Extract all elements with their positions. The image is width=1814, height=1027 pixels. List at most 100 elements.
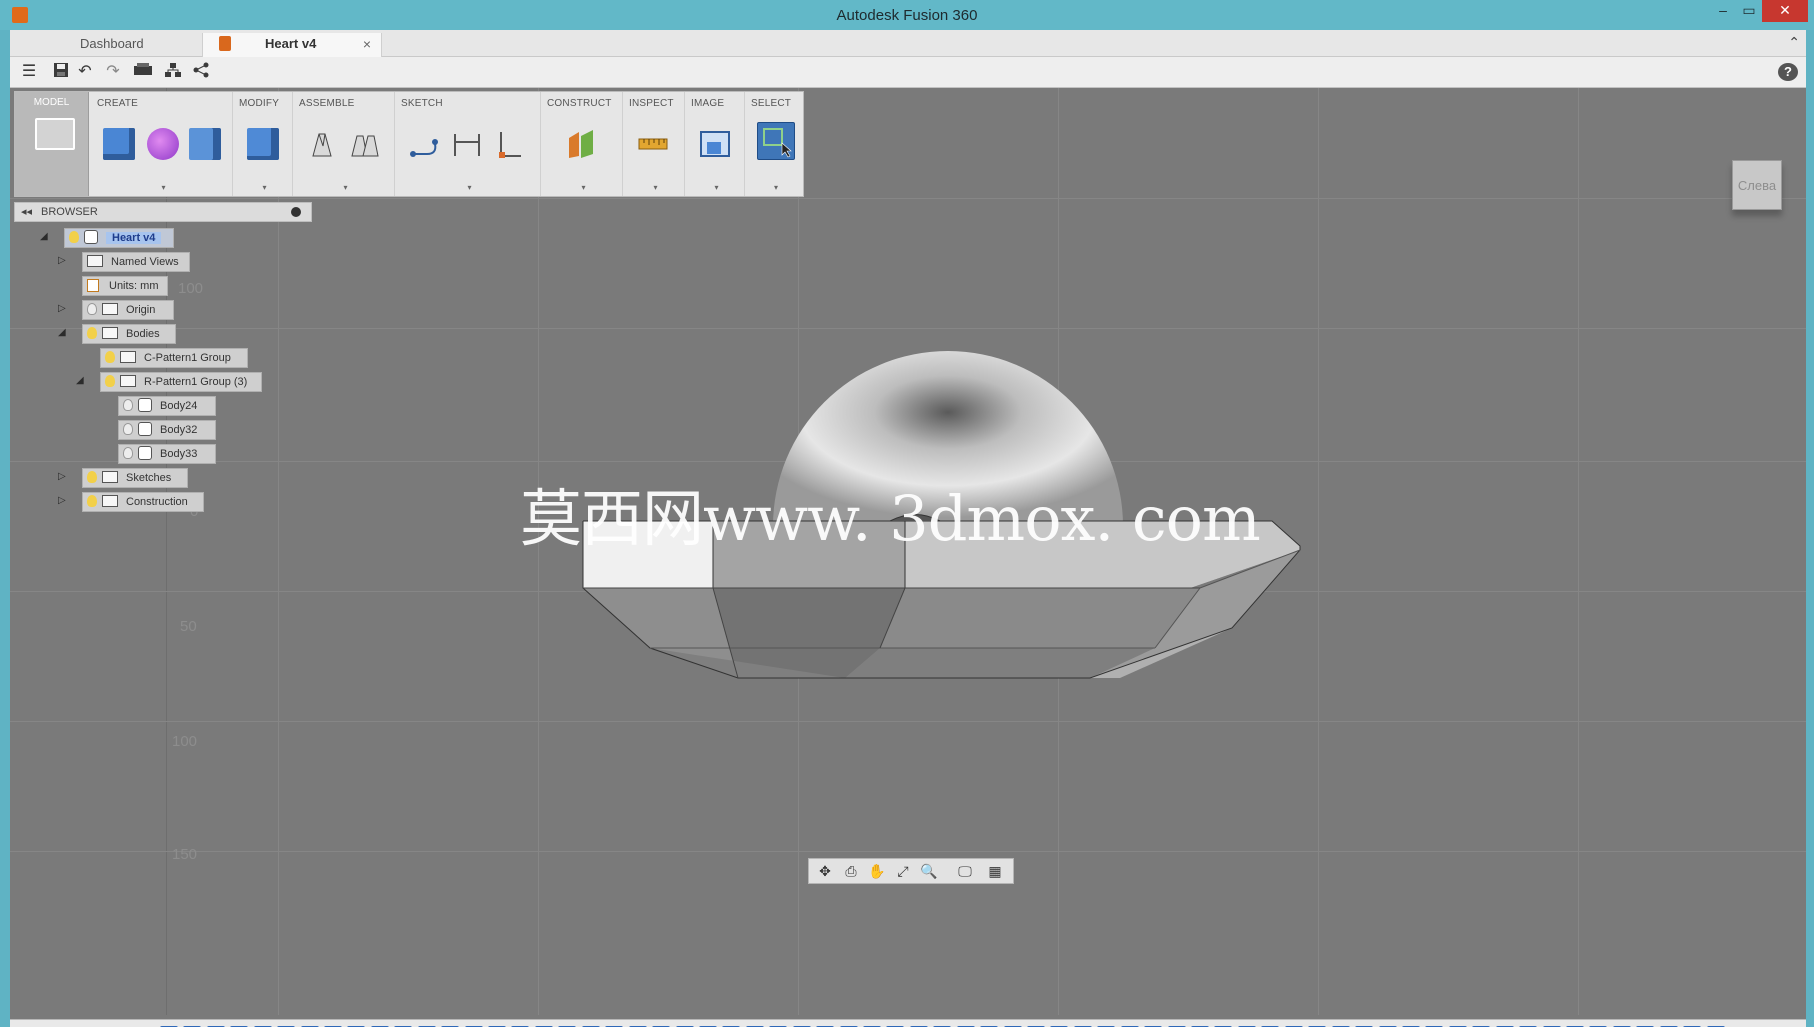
visibility-bulb-icon[interactable] <box>105 351 115 363</box>
press-pull-icon[interactable] <box>247 128 279 160</box>
sketch-dropdown-icon[interactable]: ▾ <box>468 183 472 192</box>
tree-node-sketches[interactable]: Sketches <box>82 468 188 488</box>
folder-icon <box>102 495 118 507</box>
inspect-dropdown-icon[interactable]: ▾ <box>654 183 658 192</box>
visibility-bulb-icon[interactable] <box>87 471 97 483</box>
visibility-bulb-icon[interactable] <box>87 303 97 315</box>
group-label: SKETCH <box>401 98 443 109</box>
offset-plane-icon[interactable] <box>565 128 597 160</box>
visibility-bulb-icon[interactable] <box>105 375 115 387</box>
assemble-dropdown-icon[interactable]: ▾ <box>344 183 348 192</box>
tree-node-c-pattern1-group[interactable]: C-Pattern1 Group <box>100 348 248 368</box>
maximize-button[interactable]: ▭ <box>1736 0 1762 22</box>
design-timeline: ⏮ ◀ ▶ ▶ ⏭ ⚙ <box>10 1019 1806 1027</box>
expand-toggle-icon[interactable]: ▷ <box>58 303 66 314</box>
viewcube[interactable]: Слева <box>1732 160 1782 210</box>
data-panel-menu-icon[interactable]: ☰ <box>18 62 40 82</box>
toolbar-group-inspect: INSPECT ▾ <box>623 92 685 196</box>
expand-toggle-icon[interactable]: ▷ <box>58 471 66 482</box>
grid-settings-icon[interactable]: ▦ <box>985 862 1005 880</box>
app-frame: Dashboard Heart v4 × ⌃ ☰ ↶ ↷ ? 100 50 10… <box>10 30 1806 1027</box>
measure-icon[interactable] <box>637 128 669 160</box>
toolbar-group-create: CREATE ▾ <box>91 92 233 196</box>
tree-node-units[interactable]: Units: mm <box>82 276 168 296</box>
expand-toggle-icon[interactable]: ◢ <box>58 327 66 338</box>
tree-node-bodies[interactable]: Bodies <box>82 324 176 344</box>
save-icon[interactable] <box>50 62 72 82</box>
tree-node-body32[interactable]: Body32 <box>118 420 216 440</box>
design-canvas[interactable]: 100 0 50 100 150 <box>10 88 1806 1015</box>
tree-node-body24[interactable]: Body24 <box>118 396 216 416</box>
pan-icon[interactable]: ✋ <box>867 862 887 880</box>
redo-icon[interactable]: ↷ <box>102 62 124 82</box>
close-window-button[interactable]: ✕ <box>1762 0 1808 22</box>
create-dropdown-icon[interactable]: ▾ <box>162 183 166 192</box>
extrude-icon[interactable] <box>189 128 221 160</box>
tree-node-origin[interactable]: Origin <box>82 300 174 320</box>
folder-icon <box>102 471 118 483</box>
expand-toggle-icon[interactable]: ◢ <box>76 375 84 386</box>
sphere-icon[interactable] <box>147 128 179 160</box>
quick-access-toolbar: ☰ ↶ ↷ ? <box>10 57 1806 88</box>
component-icon <box>84 230 98 244</box>
sketch-dimension-icon[interactable] <box>451 128 483 160</box>
tab-dashboard[interactable]: Dashboard <box>30 33 200 57</box>
group-label: MODIFY <box>239 98 280 109</box>
tree-node-construction[interactable]: Construction <box>82 492 204 512</box>
folder-icon <box>102 327 118 339</box>
tree-node-r-pattern1-group[interactable]: R-Pattern1 Group (3) <box>100 372 262 392</box>
body-icon <box>138 446 152 460</box>
collapse-browser-icon[interactable]: ◂◂ <box>21 205 32 218</box>
new-component-icon[interactable] <box>307 128 339 160</box>
tree-node-body33[interactable]: Body33 <box>118 444 216 464</box>
image-dropdown-icon[interactable]: ▾ <box>715 183 719 192</box>
browser-title: BROWSER <box>41 206 98 218</box>
zoom-window-icon[interactable]: ⤢ <box>893 862 913 880</box>
help-icon[interactable]: ? <box>1778 63 1798 81</box>
select-icon[interactable] <box>757 122 795 160</box>
visibility-bulb-icon[interactable] <box>87 495 97 507</box>
expand-toggle-icon[interactable]: ◢ <box>40 231 48 242</box>
export-icon[interactable] <box>130 62 156 82</box>
visibility-bulb-icon[interactable] <box>123 423 133 435</box>
visibility-bulb-icon[interactable] <box>123 447 133 459</box>
minimize-button[interactable]: – <box>1710 0 1736 22</box>
browser-panel-header[interactable]: ◂◂ BROWSER <box>14 202 312 222</box>
visibility-bulb-icon[interactable] <box>123 399 133 411</box>
sketch-constraint-icon[interactable] <box>493 128 525 160</box>
group-label: IMAGE <box>691 98 725 109</box>
tree-node-heart-v4[interactable]: Heart v4 <box>64 228 174 248</box>
collapse-ribbon-icon[interactable]: ⌃ <box>1788 34 1800 51</box>
sketch-line-icon[interactable] <box>409 128 441 160</box>
orbit-icon[interactable]: ✥ <box>815 862 835 880</box>
modify-dropdown-icon[interactable]: ▾ <box>263 183 267 192</box>
look-at-icon[interactable]: ⎙ <box>841 862 861 880</box>
undo-icon[interactable]: ↶ <box>74 62 96 82</box>
tree-node-named-views[interactable]: Named Views <box>82 252 190 272</box>
box-icon[interactable] <box>103 128 135 160</box>
share-icon[interactable] <box>188 62 214 82</box>
toolbar-group-modify: MODIFY ▾ <box>233 92 293 196</box>
close-tab-icon[interactable]: × <box>363 33 371 55</box>
units-document-icon <box>87 279 99 292</box>
window-title: Autodesk Fusion 360 <box>836 7 978 24</box>
capture-image-icon[interactable] <box>699 128 731 160</box>
job-status-icon[interactable] <box>160 62 186 82</box>
tab-heart-v4[interactable]: Heart v4 × <box>202 33 382 57</box>
display-settings-icon[interactable]: 🖵 <box>955 862 975 880</box>
construct-dropdown-icon[interactable]: ▾ <box>582 183 586 192</box>
visibility-bulb-icon[interactable] <box>69 231 79 243</box>
zoom-icon[interactable]: 🔍 <box>919 862 939 880</box>
group-label: SELECT <box>751 98 792 109</box>
expand-toggle-icon[interactable]: ▷ <box>58 495 66 506</box>
visibility-bulb-icon[interactable] <box>87 327 97 339</box>
joint-icon[interactable] <box>349 128 381 160</box>
fusion-document-icon <box>219 36 231 51</box>
toolbar-group-sketch: SKETCH ▾ <box>395 92 541 196</box>
expand-toggle-icon[interactable]: ▷ <box>58 255 66 266</box>
pin-browser-icon[interactable] <box>291 207 301 217</box>
select-dropdown-icon[interactable]: ▾ <box>774 183 778 192</box>
folder-icon <box>87 255 103 267</box>
workspace-switcher[interactable]: MODEL <box>15 92 89 196</box>
folder-icon <box>120 351 136 363</box>
